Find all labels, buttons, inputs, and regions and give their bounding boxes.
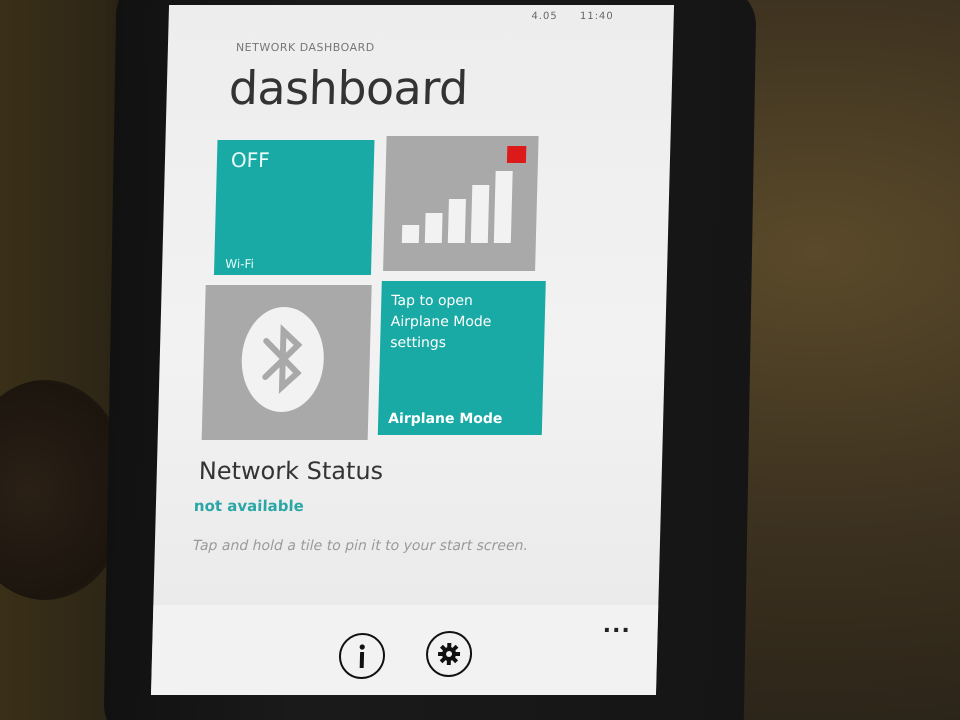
- clock: 11:40: [579, 11, 614, 22]
- airplane-label: Airplane Mode: [387, 411, 503, 427]
- settings-button[interactable]: [425, 631, 473, 677]
- signal-indicator: 4.05: [531, 11, 558, 22]
- app-title: NETWORK DASHBOARD: [235, 41, 375, 54]
- page-title: dashboard: [228, 61, 469, 115]
- wifi-state: OFF: [230, 148, 271, 172]
- signal-bar-4: [470, 185, 490, 243]
- network-status-heading: Network Status: [198, 457, 384, 485]
- tile-cellular[interactable]: [383, 136, 539, 271]
- more-menu-button[interactable]: ...: [602, 613, 631, 638]
- signal-bar-3: [447, 199, 466, 243]
- app-bar: ...: [150, 605, 659, 695]
- network-status-value: not available: [193, 497, 305, 515]
- gear-icon: [437, 643, 461, 665]
- wifi-label: Wi-Fi: [225, 257, 255, 271]
- hint-text: Tap and hold a tile to pin it to your st…: [192, 538, 529, 554]
- signal-bar-2: [424, 213, 443, 243]
- info-button[interactable]: [338, 633, 386, 679]
- phone-screen: 4.05 11:40 NETWORK DASHBOARD dashboard O…: [150, 5, 675, 695]
- alert-indicator: [506, 146, 527, 163]
- tile-wifi[interactable]: OFF Wi-Fi: [213, 140, 375, 275]
- bluetooth-icon: [240, 307, 326, 412]
- signal-bar-1: [401, 225, 420, 243]
- airplane-description: Tap to open Airplane Mode settings: [389, 293, 492, 351]
- signal-bar-5: [493, 171, 513, 243]
- tile-airplane-mode[interactable]: Tap to open Airplane Mode settings Airpl…: [377, 281, 546, 435]
- info-icon: [359, 644, 365, 668]
- status-bar: 4.05 11:40: [513, 11, 614, 22]
- tile-bluetooth[interactable]: [201, 285, 372, 440]
